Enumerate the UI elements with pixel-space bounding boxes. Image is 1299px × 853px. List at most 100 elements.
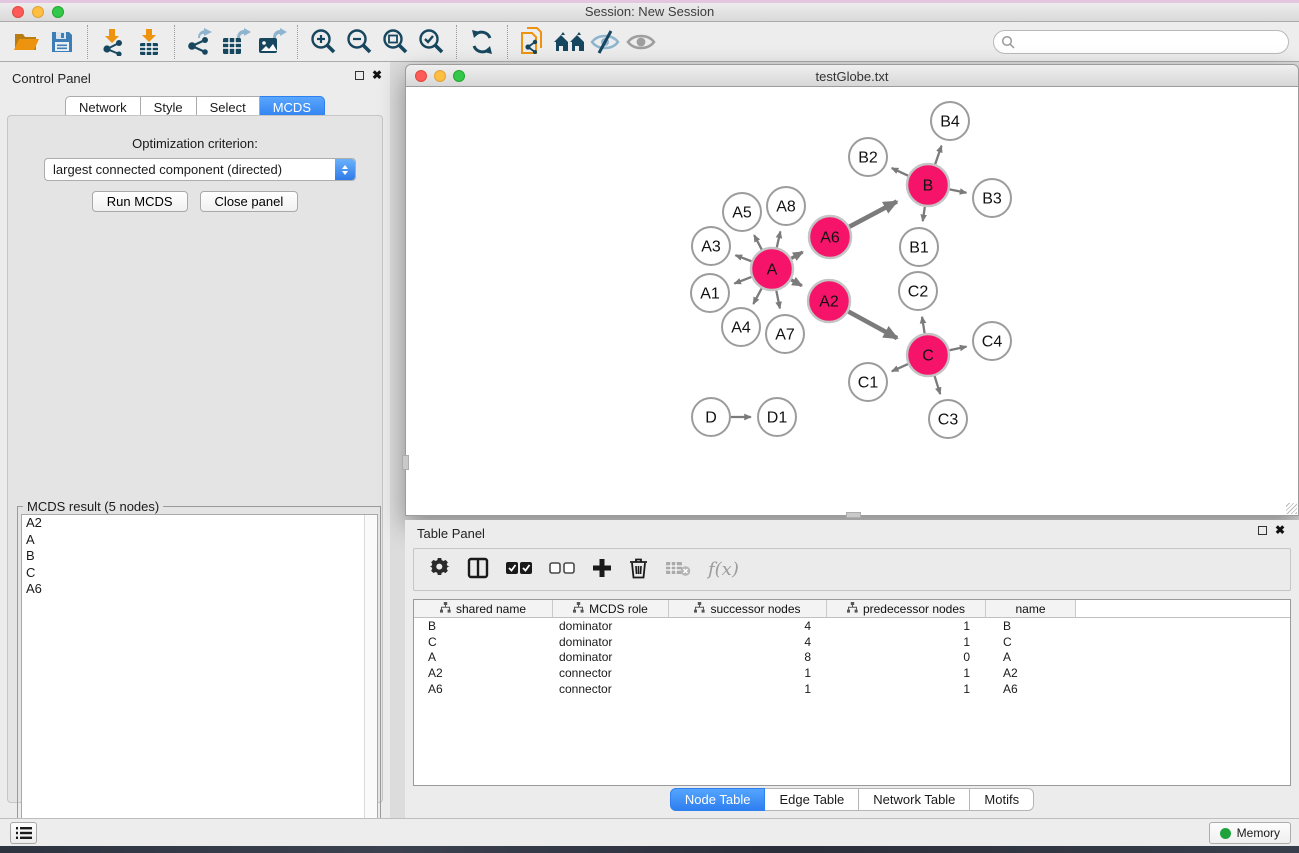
graph-node-C3[interactable]: C3 (929, 400, 967, 438)
network-window-titlebar[interactable]: testGlobe.txt (405, 64, 1299, 87)
graph-node-B2[interactable]: B2 (849, 138, 887, 176)
mcds-result-item[interactable]: C (22, 565, 377, 582)
graph-edge-A-A8[interactable] (777, 232, 781, 248)
open-session-icon[interactable] (8, 25, 44, 59)
save-session-icon[interactable] (44, 25, 80, 59)
table-cell[interactable]: dominator (553, 649, 669, 665)
table-cell[interactable]: connector (553, 665, 669, 681)
select-all-columns-icon[interactable] (506, 561, 532, 578)
float-table-panel-icon[interactable] (1258, 526, 1267, 535)
delete-column-icon[interactable] (629, 557, 648, 582)
column-header-MCDS-role[interactable]: MCDS role (553, 600, 669, 618)
table-cell[interactable]: 1 (827, 618, 986, 634)
table-cell[interactable]: 1 (827, 634, 986, 650)
table-row[interactable]: Bdominator41B (414, 618, 1290, 634)
table-cell[interactable]: 1 (827, 681, 986, 697)
mcds-result-item[interactable]: A2 (22, 515, 377, 532)
graph-node-A4[interactable]: A4 (722, 308, 760, 346)
graph-node-D1[interactable]: D1 (758, 398, 796, 436)
table-cell[interactable]: A2 (414, 665, 553, 681)
table-cell[interactable]: C (414, 634, 553, 650)
table-cell[interactable]: 1 (827, 665, 986, 681)
import-network-icon[interactable] (95, 25, 131, 59)
table-settings-gear-icon[interactable] (430, 558, 450, 581)
unselect-all-columns-icon[interactable] (549, 561, 575, 578)
tab-motifs[interactable]: Motifs (970, 788, 1034, 811)
show-all-icon[interactable] (623, 25, 659, 59)
table-body[interactable]: Bdominator41BCdominator41CAdominator80AA… (414, 618, 1290, 696)
task-history-button[interactable] (10, 822, 37, 844)
graph-edge-A-A4[interactable] (753, 288, 761, 304)
new-network-from-selection-icon[interactable] (515, 25, 551, 59)
table-cell[interactable]: A6 (986, 681, 1076, 697)
graph-node-A3[interactable]: A3 (692, 227, 730, 265)
close-panel-button[interactable]: Close panel (200, 191, 299, 212)
table-cell[interactable]: 1 (669, 665, 827, 681)
close-panel-icon[interactable]: ✖ (372, 71, 382, 80)
zoom-selected-icon[interactable] (413, 25, 449, 59)
network-graph[interactable]: B4B2BB3A5A8A6A3B1AC2A1A2A4A7C4CC1C3DD1 (406, 87, 1298, 514)
graph-node-A6[interactable]: A6 (809, 216, 851, 258)
table-cell[interactable]: 4 (669, 618, 827, 634)
graph-node-A7[interactable]: A7 (766, 315, 804, 353)
table-cell[interactable]: C (986, 634, 1076, 650)
show-columns-icon[interactable] (467, 557, 489, 582)
graph-edge-B-B3[interactable] (950, 189, 967, 192)
table-cell[interactable]: A (986, 649, 1076, 665)
table-cell[interactable]: connector (553, 681, 669, 697)
table-row[interactable]: A6connector11A6 (414, 681, 1290, 697)
graph-edge-C-C1[interactable] (892, 364, 908, 371)
table-header-row[interactable]: shared nameMCDS rolesuccessor nodesprede… (414, 600, 1290, 618)
window-resize-grip[interactable] (1286, 503, 1297, 514)
graph-edge-A-A6[interactable] (791, 252, 802, 258)
graph-node-A8[interactable]: A8 (767, 187, 805, 225)
table-cell[interactable]: 1 (669, 681, 827, 697)
hide-selected-icon[interactable] (587, 25, 623, 59)
graph-node-C4[interactable]: C4 (973, 322, 1011, 360)
export-table-icon[interactable] (218, 25, 254, 59)
graph-edge-C-C2[interactable] (922, 317, 925, 333)
table-cell[interactable]: B (414, 618, 553, 634)
graph-node-B3[interactable]: B3 (973, 179, 1011, 217)
table-cell[interactable]: 8 (669, 649, 827, 665)
graph-edge-C-C3[interactable] (935, 376, 941, 394)
mcds-result-item[interactable]: A (22, 532, 377, 549)
graph-edge-A-A1[interactable] (734, 277, 751, 284)
mcds-result-item[interactable]: A6 (22, 581, 377, 598)
export-image-icon[interactable] (254, 25, 290, 59)
tab-network-table[interactable]: Network Table (859, 788, 970, 811)
table-cell[interactable]: dominator (553, 634, 669, 650)
graph-edge-B-B4[interactable] (935, 146, 941, 164)
graph-node-B1[interactable]: B1 (900, 228, 938, 266)
graph-node-B4[interactable]: B4 (931, 102, 969, 140)
tab-node-table[interactable]: Node Table (670, 788, 766, 811)
table-cell[interactable]: A2 (986, 665, 1076, 681)
table-cell[interactable]: 0 (827, 649, 986, 665)
column-header-predecessor-nodes[interactable]: predecessor nodes (827, 600, 986, 618)
graph-edge-A-A3[interactable] (735, 255, 751, 261)
table-cell[interactable]: B (986, 618, 1076, 634)
memory-button[interactable]: Memory (1209, 822, 1291, 844)
table-cell[interactable]: A (414, 649, 553, 665)
run-mcds-button[interactable]: Run MCDS (92, 191, 188, 212)
graph-edge-B-B1[interactable] (923, 207, 925, 221)
table-cell[interactable]: dominator (553, 618, 669, 634)
close-table-panel-icon[interactable]: ✖ (1275, 526, 1285, 535)
add-column-icon[interactable] (592, 558, 612, 581)
tab-edge-table[interactable]: Edge Table (765, 788, 859, 811)
column-header-shared-name[interactable]: shared name (414, 600, 553, 618)
table-row[interactable]: Cdominator41C (414, 634, 1290, 650)
graph-node-A[interactable]: A (751, 248, 793, 290)
graph-edge-B-B2[interactable] (892, 168, 908, 176)
graph-node-B[interactable]: B (907, 164, 949, 206)
table-row[interactable]: A2connector11A2 (414, 665, 1290, 681)
graph-edge-A6-B[interactable] (849, 202, 896, 227)
zoom-out-icon[interactable] (341, 25, 377, 59)
search-field[interactable] (993, 30, 1289, 54)
graph-edge-A-A7[interactable] (776, 291, 780, 309)
refresh-icon[interactable] (464, 25, 500, 59)
graph-node-A5[interactable]: A5 (723, 193, 761, 231)
graph-node-A2[interactable]: A2 (808, 280, 850, 322)
graph-node-C[interactable]: C (907, 334, 949, 376)
column-header-name[interactable]: name (986, 600, 1076, 618)
